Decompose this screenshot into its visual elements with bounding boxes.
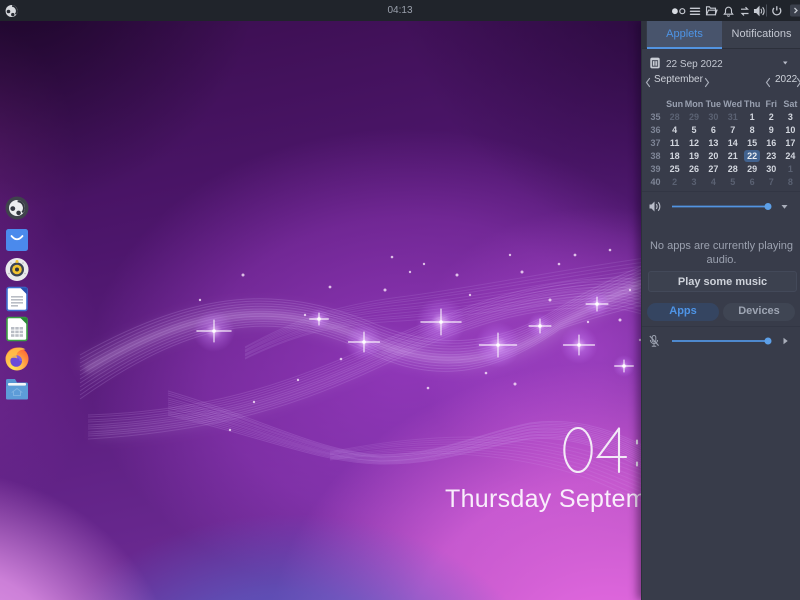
svg-text:22 Sep 2022: 22 Sep 2022 xyxy=(666,59,723,70)
svg-text:Thursday Septemb: Thursday Septemb xyxy=(445,485,646,513)
